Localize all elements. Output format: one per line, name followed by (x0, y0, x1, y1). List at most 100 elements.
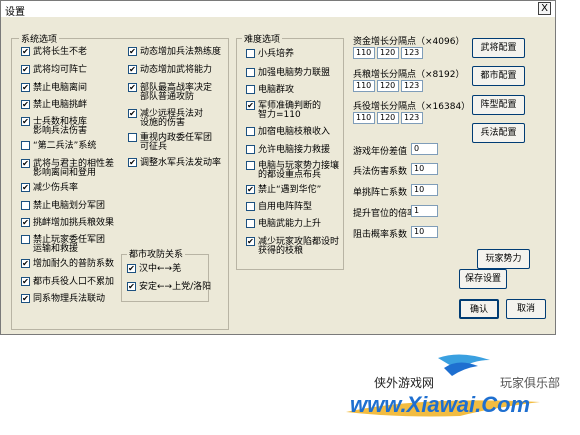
checkbox-icon[interactable]: ✔ (246, 237, 255, 246)
general-config-button[interactable]: 武将配置 (472, 38, 525, 58)
system-option-col2-6-label: 调整水军兵法发动率 (140, 158, 222, 168)
system-option-13[interactable]: ✔ 都市兵役人口不累加 (21, 277, 114, 287)
param-input-4[interactable]: 1 (411, 205, 438, 217)
system-option-3[interactable]: ✔ 禁止电脑离间 (21, 83, 87, 93)
difficulty-option-9[interactable]: 自用电阵阵型 (246, 202, 312, 212)
system-option-7[interactable]: ✔ 武将与君主的相性差 影响离间和登用 (21, 159, 114, 178)
checkbox-icon[interactable] (21, 235, 30, 244)
save-settings-button[interactable]: 保存设置 (459, 269, 507, 289)
growth-input-3-1[interactable]: 110 (353, 112, 375, 124)
system-option-11[interactable]: 禁止玩家委任军团 运输和救援 (21, 235, 105, 254)
growth-input-1-2[interactable]: 120 (377, 47, 399, 59)
difficulty-option-8-label: 禁止“遇到华佗” (258, 185, 322, 195)
system-option-2[interactable]: ✔ 武将均可阵亡 (21, 65, 87, 75)
system-option-col2-1[interactable]: ✔ 动态增加兵法熟练度 (128, 47, 221, 57)
checkbox-icon[interactable]: ✔ (21, 100, 30, 109)
checkbox-icon[interactable] (246, 161, 255, 170)
param-input-3[interactable]: 10 (411, 184, 438, 196)
param-input-2[interactable]: 10 (411, 163, 438, 175)
ok-button[interactable]: 确认 (459, 299, 499, 319)
param-input-1[interactable]: 0 (411, 143, 438, 155)
system-option-4[interactable]: ✔ 禁止电脑挑衅 (21, 100, 87, 110)
city-config-button[interactable]: 都市配置 (472, 66, 525, 86)
difficulty-option-6[interactable]: 允许电脑接力救援 (246, 145, 330, 155)
difficulty-option-8[interactable]: ✔ 禁止“遇到华佗” (246, 185, 321, 195)
player-force-button[interactable]: 玩家势力 (477, 249, 530, 269)
checkbox-icon[interactable] (246, 145, 255, 154)
checkbox-icon[interactable]: ✔ (21, 65, 30, 74)
system-option-1[interactable]: ✔ 武将长生不老 (21, 47, 87, 57)
checkbox-icon[interactable]: ✔ (21, 47, 30, 56)
growth-input-1-3[interactable]: 123 (401, 47, 423, 59)
system-option-10-label: 挑衅增加挑兵粮效果 (33, 218, 115, 228)
tactics-config-button[interactable]: 兵法配置 (472, 123, 525, 143)
checkbox-icon[interactable] (21, 141, 30, 150)
checkbox-icon[interactable] (246, 68, 255, 77)
system-option-14[interactable]: ✔ 同系物理兵法联动 (21, 294, 105, 304)
param-input-5[interactable]: 10 (411, 226, 438, 238)
growth-input-2-3[interactable]: 123 (401, 80, 423, 92)
system-option-9[interactable]: 禁止电脑划分军团 (21, 201, 105, 211)
checkbox-icon[interactable]: ✔ (127, 282, 136, 291)
system-option-col2-6[interactable]: ✔ 调整水军兵法发动率 (128, 158, 221, 168)
checkbox-icon[interactable] (246, 49, 255, 58)
system-option-col2-5[interactable]: 重视内政委任军团 可征兵 (128, 133, 212, 152)
difficulty-option-11[interactable]: ✔ 减少玩家攻陷都设时 获得的枝粮 (246, 237, 339, 256)
system-option-col2-4[interactable]: ✔ 减少远程兵法对 设施的伤害 (128, 109, 203, 128)
checkbox-icon[interactable] (246, 127, 255, 136)
system-option-col2-2[interactable]: ✔ 动态增加武将能力 (128, 65, 212, 75)
checkbox-icon[interactable] (246, 202, 255, 211)
checkbox-icon[interactable]: ✔ (128, 83, 137, 92)
difficulty-option-7[interactable]: 电脑与玩家势力接壤 的都设重点布兵 (246, 161, 339, 180)
checkbox-icon[interactable] (246, 219, 255, 228)
checkbox-icon[interactable]: ✔ (21, 159, 30, 168)
checkbox-icon[interactable]: ✔ (127, 264, 136, 273)
checkbox-icon[interactable] (128, 133, 137, 142)
checkbox-icon[interactable]: ✔ (21, 218, 30, 227)
difficulty-option-10[interactable]: 电脑武能力上升 (246, 219, 321, 229)
checkbox-icon[interactable]: ✔ (21, 259, 30, 268)
checkbox-icon[interactable]: ✔ (21, 83, 30, 92)
param-label-4: 提升官位的倍率 (353, 209, 417, 219)
growth-input-3-3[interactable]: 123 (401, 112, 423, 124)
system-option-6[interactable]: “第二兵法”系统 (21, 141, 96, 151)
checkbox-icon[interactable]: ✔ (21, 294, 30, 303)
dialog-title: 设置 (5, 7, 25, 18)
checkbox-icon[interactable]: ✔ (21, 183, 30, 192)
difficulty-option-4[interactable]: ✔ 军师准确判断的 智力=110 (246, 101, 321, 120)
checkbox-icon[interactable]: ✔ (21, 117, 30, 126)
growth-input-1-1[interactable]: 110 (353, 47, 375, 59)
growth-input-2-1[interactable]: 110 (353, 80, 375, 92)
checkbox-icon[interactable]: ✔ (246, 101, 255, 110)
checkbox-icon[interactable]: ✔ (128, 47, 137, 56)
close-button[interactable]: X (538, 2, 551, 15)
city-relation-1[interactable]: ✔ 汉中←→羌 (127, 264, 181, 274)
system-option-8[interactable]: ✔ 减少伤兵率 (21, 183, 78, 193)
city-relation-legend: 都市攻防关系 (127, 247, 186, 260)
difficulty-option-2[interactable]: 加强电脑势力联盟 (246, 68, 330, 78)
difficulty-option-1[interactable]: 小兵培养 (246, 49, 294, 59)
system-option-col2-3[interactable]: ✔ 部队最高战率决定 部队普通攻防 (128, 83, 212, 102)
growth-input-2-2[interactable]: 120 (377, 80, 399, 92)
settings-dialog: 设置 X 系统选项 都市攻防关系 难度选项 武将配置 都市配置 阵型配置 兵法配… (0, 0, 556, 335)
system-option-12[interactable]: ✔ 增加耐久的普防系数 (21, 259, 114, 269)
checkbox-icon[interactable] (21, 201, 30, 210)
checkbox-icon[interactable]: ✔ (128, 65, 137, 74)
system-option-8-label: 减少伤兵率 (33, 183, 79, 193)
checkbox-icon[interactable]: ✔ (21, 277, 30, 286)
growth-input-3-2[interactable]: 120 (377, 112, 399, 124)
cancel-button[interactable]: 取消 (506, 299, 546, 319)
checkbox-icon[interactable]: ✔ (128, 158, 137, 167)
system-option-10[interactable]: ✔ 挑衅增加挑兵粮效果 (21, 218, 114, 228)
difficulty-option-10-label: 电脑武能力上升 (258, 219, 322, 229)
system-option-5[interactable]: ✔ 士兵数和枝库 影响兵法伤害 (21, 117, 87, 136)
city-relation-2[interactable]: ✔ 安定←→上党/洛阳 (127, 282, 211, 292)
checkbox-icon[interactable]: ✔ (246, 185, 255, 194)
checkbox-icon[interactable]: ✔ (128, 109, 137, 118)
difficulty-option-5[interactable]: 加宿电脑枝粮收入 (246, 127, 330, 137)
difficulty-option-3[interactable]: 电脑群攻 (246, 85, 294, 95)
system-option-3-label: 禁止电脑离间 (33, 83, 88, 93)
checkbox-icon[interactable] (246, 85, 255, 94)
system-option-7-label-line2: 影响离间和登用 (33, 168, 97, 178)
formation-config-button[interactable]: 阵型配置 (472, 95, 525, 115)
